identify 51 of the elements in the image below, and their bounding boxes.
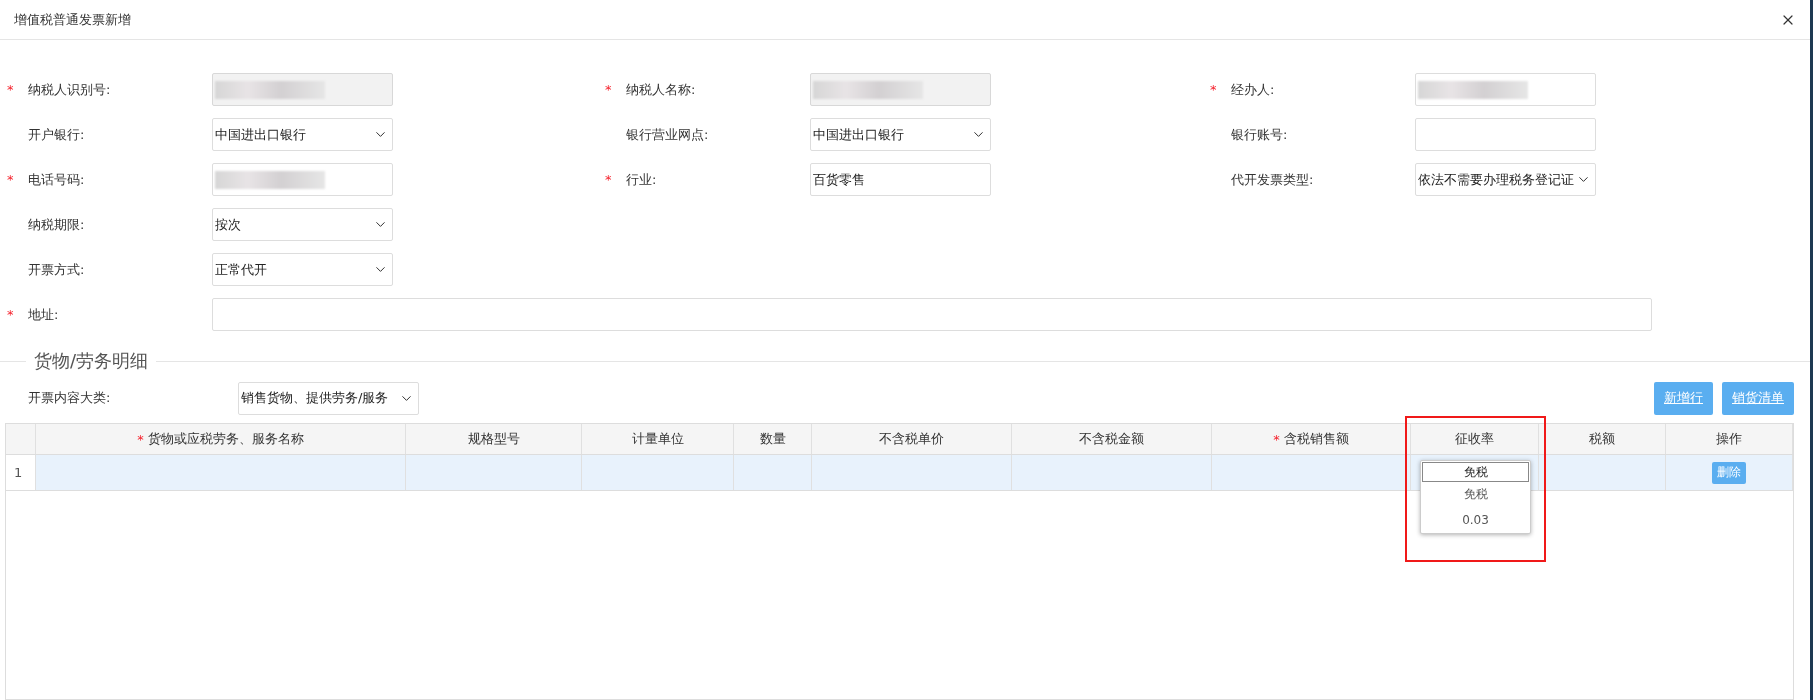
- field-label: 电话号码:: [28, 170, 86, 189]
- select-field[interactable]: 中国进出口银行: [212, 118, 393, 151]
- dropdown-value[interactable]: 免税: [1422, 462, 1529, 482]
- column-header: 数量: [759, 430, 786, 448]
- required-mark: *: [7, 82, 15, 97]
- required-mark: *: [7, 307, 15, 322]
- input-field[interactable]: 百货零售: [810, 163, 991, 196]
- field-label: 地址:: [28, 305, 60, 324]
- field-label: 纳税人识别号:: [28, 80, 112, 99]
- field-label: 开票内容大类:: [28, 389, 112, 407]
- masked-field[interactable]: [212, 163, 393, 196]
- dialog-title: 增值税普通发票新增: [14, 10, 131, 29]
- dropdown-option[interactable]: 免税: [1422, 482, 1529, 507]
- field-label: 开户银行:: [28, 125, 86, 144]
- required-mark: *: [605, 82, 613, 97]
- select-field[interactable]: 按次: [212, 208, 393, 241]
- field-label: 行业:: [626, 170, 658, 189]
- column-header: 不含税单价: [879, 430, 944, 448]
- masked-field[interactable]: [1415, 73, 1596, 106]
- required-mark: *: [1273, 431, 1280, 447]
- required-mark: *: [1210, 82, 1218, 97]
- masked-field[interactable]: [810, 73, 991, 106]
- field-label: 代开发票类型:: [1231, 170, 1315, 189]
- column-header: 计量单位: [631, 430, 684, 448]
- select-field[interactable]: 中国进出口银行: [810, 118, 991, 151]
- column-header: 征收率: [1455, 430, 1494, 448]
- required-mark: *: [605, 172, 613, 187]
- field-label: 银行营业网点:: [626, 125, 710, 144]
- required-mark: *: [137, 431, 144, 447]
- column-header: 不含税金额: [1079, 430, 1144, 448]
- field-label: 经办人:: [1231, 80, 1276, 99]
- column-header: 税额: [1589, 430, 1615, 448]
- field-label: 纳税人名称:: [626, 80, 697, 99]
- field-label: 开票方式:: [28, 260, 86, 279]
- masked-field[interactable]: [212, 73, 393, 106]
- column-header: 规格型号: [467, 430, 520, 448]
- select-field[interactable]: 依法不需要办理税务登记证: [1415, 163, 1596, 196]
- rate-dropdown[interactable]: 免税 免税 0.03: [1420, 460, 1531, 534]
- address-field[interactable]: [212, 298, 1652, 331]
- column-header: 含税销售额: [1283, 430, 1349, 448]
- section-title: 货物/劳务明细: [33, 349, 150, 373]
- row-number: 1: [14, 465, 23, 480]
- required-mark: *: [7, 172, 15, 187]
- dropdown-option[interactable]: 0.03: [1422, 507, 1529, 532]
- column-header: 货物或应税劳务、服务名称: [147, 430, 304, 448]
- input-field[interactable]: [1415, 118, 1596, 151]
- field-label: 银行账号:: [1231, 125, 1289, 144]
- select-field[interactable]: 销售货物、提供劳务/服务: [238, 381, 419, 415]
- field-label: 纳税期限:: [28, 215, 86, 234]
- select-field[interactable]: 正常代开: [212, 253, 393, 286]
- column-header: 操作: [1716, 430, 1742, 448]
